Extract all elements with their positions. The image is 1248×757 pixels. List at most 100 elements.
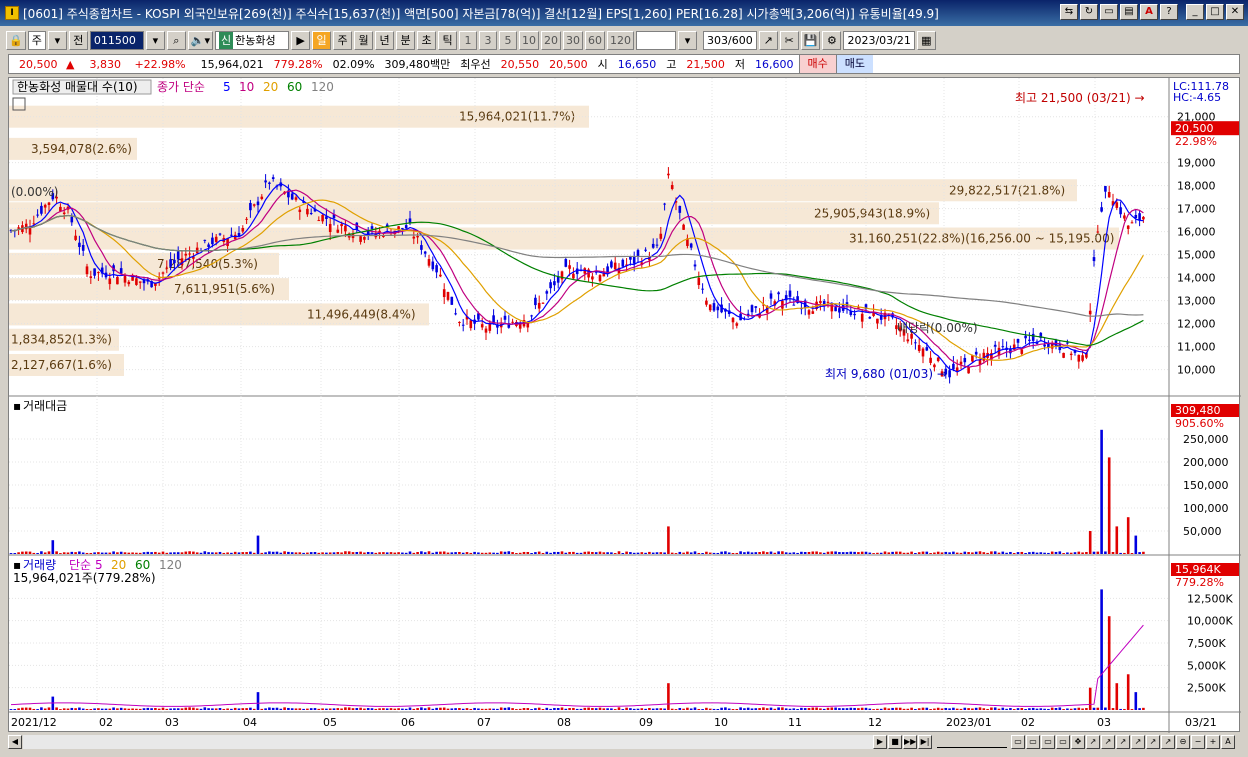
- scroll-track[interactable]: [23, 734, 873, 749]
- buy-button[interactable]: 매수: [798, 55, 836, 73]
- stop-icon[interactable]: ■: [888, 734, 902, 749]
- volume-bar: [176, 708, 180, 710]
- amount-bar: [1039, 552, 1043, 554]
- amount-bar: [682, 552, 685, 554]
- gear-icon[interactable]: ⚙: [822, 30, 842, 50]
- volume-bar: [1088, 687, 1092, 710]
- period-tick[interactable]: 틱: [438, 30, 458, 50]
- volume-bar: [610, 708, 613, 710]
- refresh-icon[interactable]: ↻: [1080, 4, 1098, 20]
- step-end-icon[interactable]: ▶|: [918, 734, 932, 749]
- arrow-tool-icon[interactable]: ↗: [758, 30, 778, 50]
- period-second[interactable]: 초: [417, 30, 437, 50]
- volume-bar: [336, 708, 340, 710]
- amount-bar: [1062, 553, 1065, 554]
- interval-10[interactable]: 10: [519, 30, 540, 50]
- period-minute[interactable]: 분: [396, 30, 416, 50]
- chart-scrollbar[interactable]: ◀ ▶ ■ ▶▶ ▶| ▭ ▭ ▭ ▭ ✥ ↗ ↗ ↗ ↗ ↗ ↗ ⊖ − + …: [8, 733, 1240, 750]
- sell-button[interactable]: 매도: [835, 55, 874, 73]
- plus-icon[interactable]: +: [1206, 734, 1220, 749]
- maximize-icon[interactable]: □: [1206, 4, 1224, 20]
- crosshair-icon[interactable]: ✥: [1071, 734, 1085, 749]
- volume-bar: [1100, 589, 1103, 710]
- period-day[interactable]: 일: [312, 30, 332, 50]
- candle-body: [545, 291, 549, 294]
- amount-bar: [773, 552, 777, 554]
- stock-code-input[interactable]: 011500: [89, 30, 144, 50]
- play-forward-icon[interactable]: ▶: [873, 734, 887, 749]
- view-3-icon[interactable]: ▭: [1041, 734, 1055, 749]
- chevron-down-icon[interactable]: ▾: [47, 30, 67, 50]
- scissors-icon[interactable]: ✂: [779, 30, 799, 50]
- step-back-icon[interactable]: ▶▶: [903, 734, 917, 749]
- font-size-icon[interactable]: A: [1221, 734, 1235, 749]
- zoom-out-icon[interactable]: ⊖: [1176, 734, 1190, 749]
- play-icon[interactable]: ▶: [291, 30, 311, 50]
- interval-30[interactable]: 30: [563, 30, 584, 50]
- calendar-icon[interactable]: ▦: [916, 30, 936, 50]
- market-select[interactable]: 주: [27, 30, 46, 50]
- high-price: 21,500: [686, 57, 725, 71]
- save-icon[interactable]: 💾: [800, 30, 821, 50]
- interval-dropdown-icon[interactable]: ▾: [678, 30, 698, 50]
- draw-4-icon[interactable]: ↗: [1131, 734, 1145, 749]
- interval-60[interactable]: 60: [585, 30, 606, 50]
- draw-2-icon[interactable]: ↗: [1101, 734, 1115, 749]
- interval-120[interactable]: 120: [607, 30, 635, 50]
- interval-3[interactable]: 3: [479, 30, 498, 50]
- amount-bar: [838, 552, 841, 554]
- count-input[interactable]: 303/600: [703, 30, 757, 50]
- draw-6-icon[interactable]: ↗: [1161, 734, 1175, 749]
- amount-bar: [883, 551, 887, 554]
- period-year[interactable]: 년: [375, 30, 395, 50]
- date-input[interactable]: 2023/03/21: [843, 30, 915, 50]
- view-2-icon[interactable]: ▭: [1026, 734, 1040, 749]
- candle-body: [572, 273, 575, 279]
- amount-bar: [461, 552, 465, 554]
- prev-button[interactable]: 전: [68, 30, 88, 50]
- period-week[interactable]: 주: [333, 30, 353, 50]
- volume-bar: [556, 708, 560, 710]
- candle-body: [914, 342, 917, 344]
- close-icon[interactable]: ✕: [1226, 4, 1244, 20]
- interval-5[interactable]: 5: [499, 30, 518, 50]
- volume-bar: [621, 709, 625, 710]
- minimize-icon[interactable]: _: [1186, 4, 1204, 20]
- code-dropdown-icon[interactable]: ▾: [145, 30, 165, 50]
- zoom-slider[interactable]: [937, 736, 1007, 748]
- amount-bar: [275, 551, 279, 554]
- candle-body: [735, 323, 739, 326]
- draw-1-icon[interactable]: ↗: [1086, 734, 1100, 749]
- volume-bar: [351, 708, 355, 710]
- lock-icon[interactable]: 🔒: [6, 30, 26, 50]
- print-icon[interactable]: ▤: [1120, 4, 1138, 20]
- interval-1[interactable]: 1: [459, 30, 478, 50]
- amount-bar: [142, 552, 146, 554]
- interval-20[interactable]: 20: [541, 30, 562, 50]
- candle-body: [632, 256, 636, 264]
- candle-body: [127, 281, 131, 285]
- chart-area[interactable]: 15,964,021(11.7%) 3,594,078(2.6%) 29,822,5…: [8, 77, 1241, 733]
- draw-3-icon[interactable]: ↗: [1116, 734, 1130, 749]
- window-icon[interactable]: ▭: [1100, 4, 1118, 20]
- amount-bar: [659, 552, 663, 554]
- volume-bar: [423, 708, 427, 710]
- interval-input[interactable]: [636, 30, 677, 50]
- minus-icon[interactable]: −: [1191, 734, 1205, 749]
- help-icon[interactable]: ?: [1160, 4, 1178, 20]
- view-1-icon[interactable]: ▭: [1011, 734, 1025, 749]
- amount-bar: [249, 551, 252, 554]
- font-icon[interactable]: A: [1140, 4, 1158, 20]
- scroll-left-icon[interactable]: ◀: [8, 734, 22, 749]
- speaker-icon[interactable]: 🔈▾: [187, 30, 214, 50]
- link-icon[interactable]: ⇆: [1060, 4, 1078, 20]
- search-icon[interactable]: ⌕: [166, 30, 186, 50]
- amount-bar: [735, 552, 739, 554]
- draw-5-icon[interactable]: ↗: [1146, 734, 1160, 749]
- amount-bar: [1111, 551, 1115, 554]
- chart-svg[interactable]: 15,964,021(11.7%)3,594,078(2.6%)29,822,5…: [9, 78, 1241, 733]
- ma-period-label: 5: [223, 80, 231, 94]
- stock-name-field[interactable]: 신 한농화성: [215, 30, 290, 50]
- period-month[interactable]: 월: [354, 30, 374, 50]
- view-4-icon[interactable]: ▭: [1056, 734, 1070, 749]
